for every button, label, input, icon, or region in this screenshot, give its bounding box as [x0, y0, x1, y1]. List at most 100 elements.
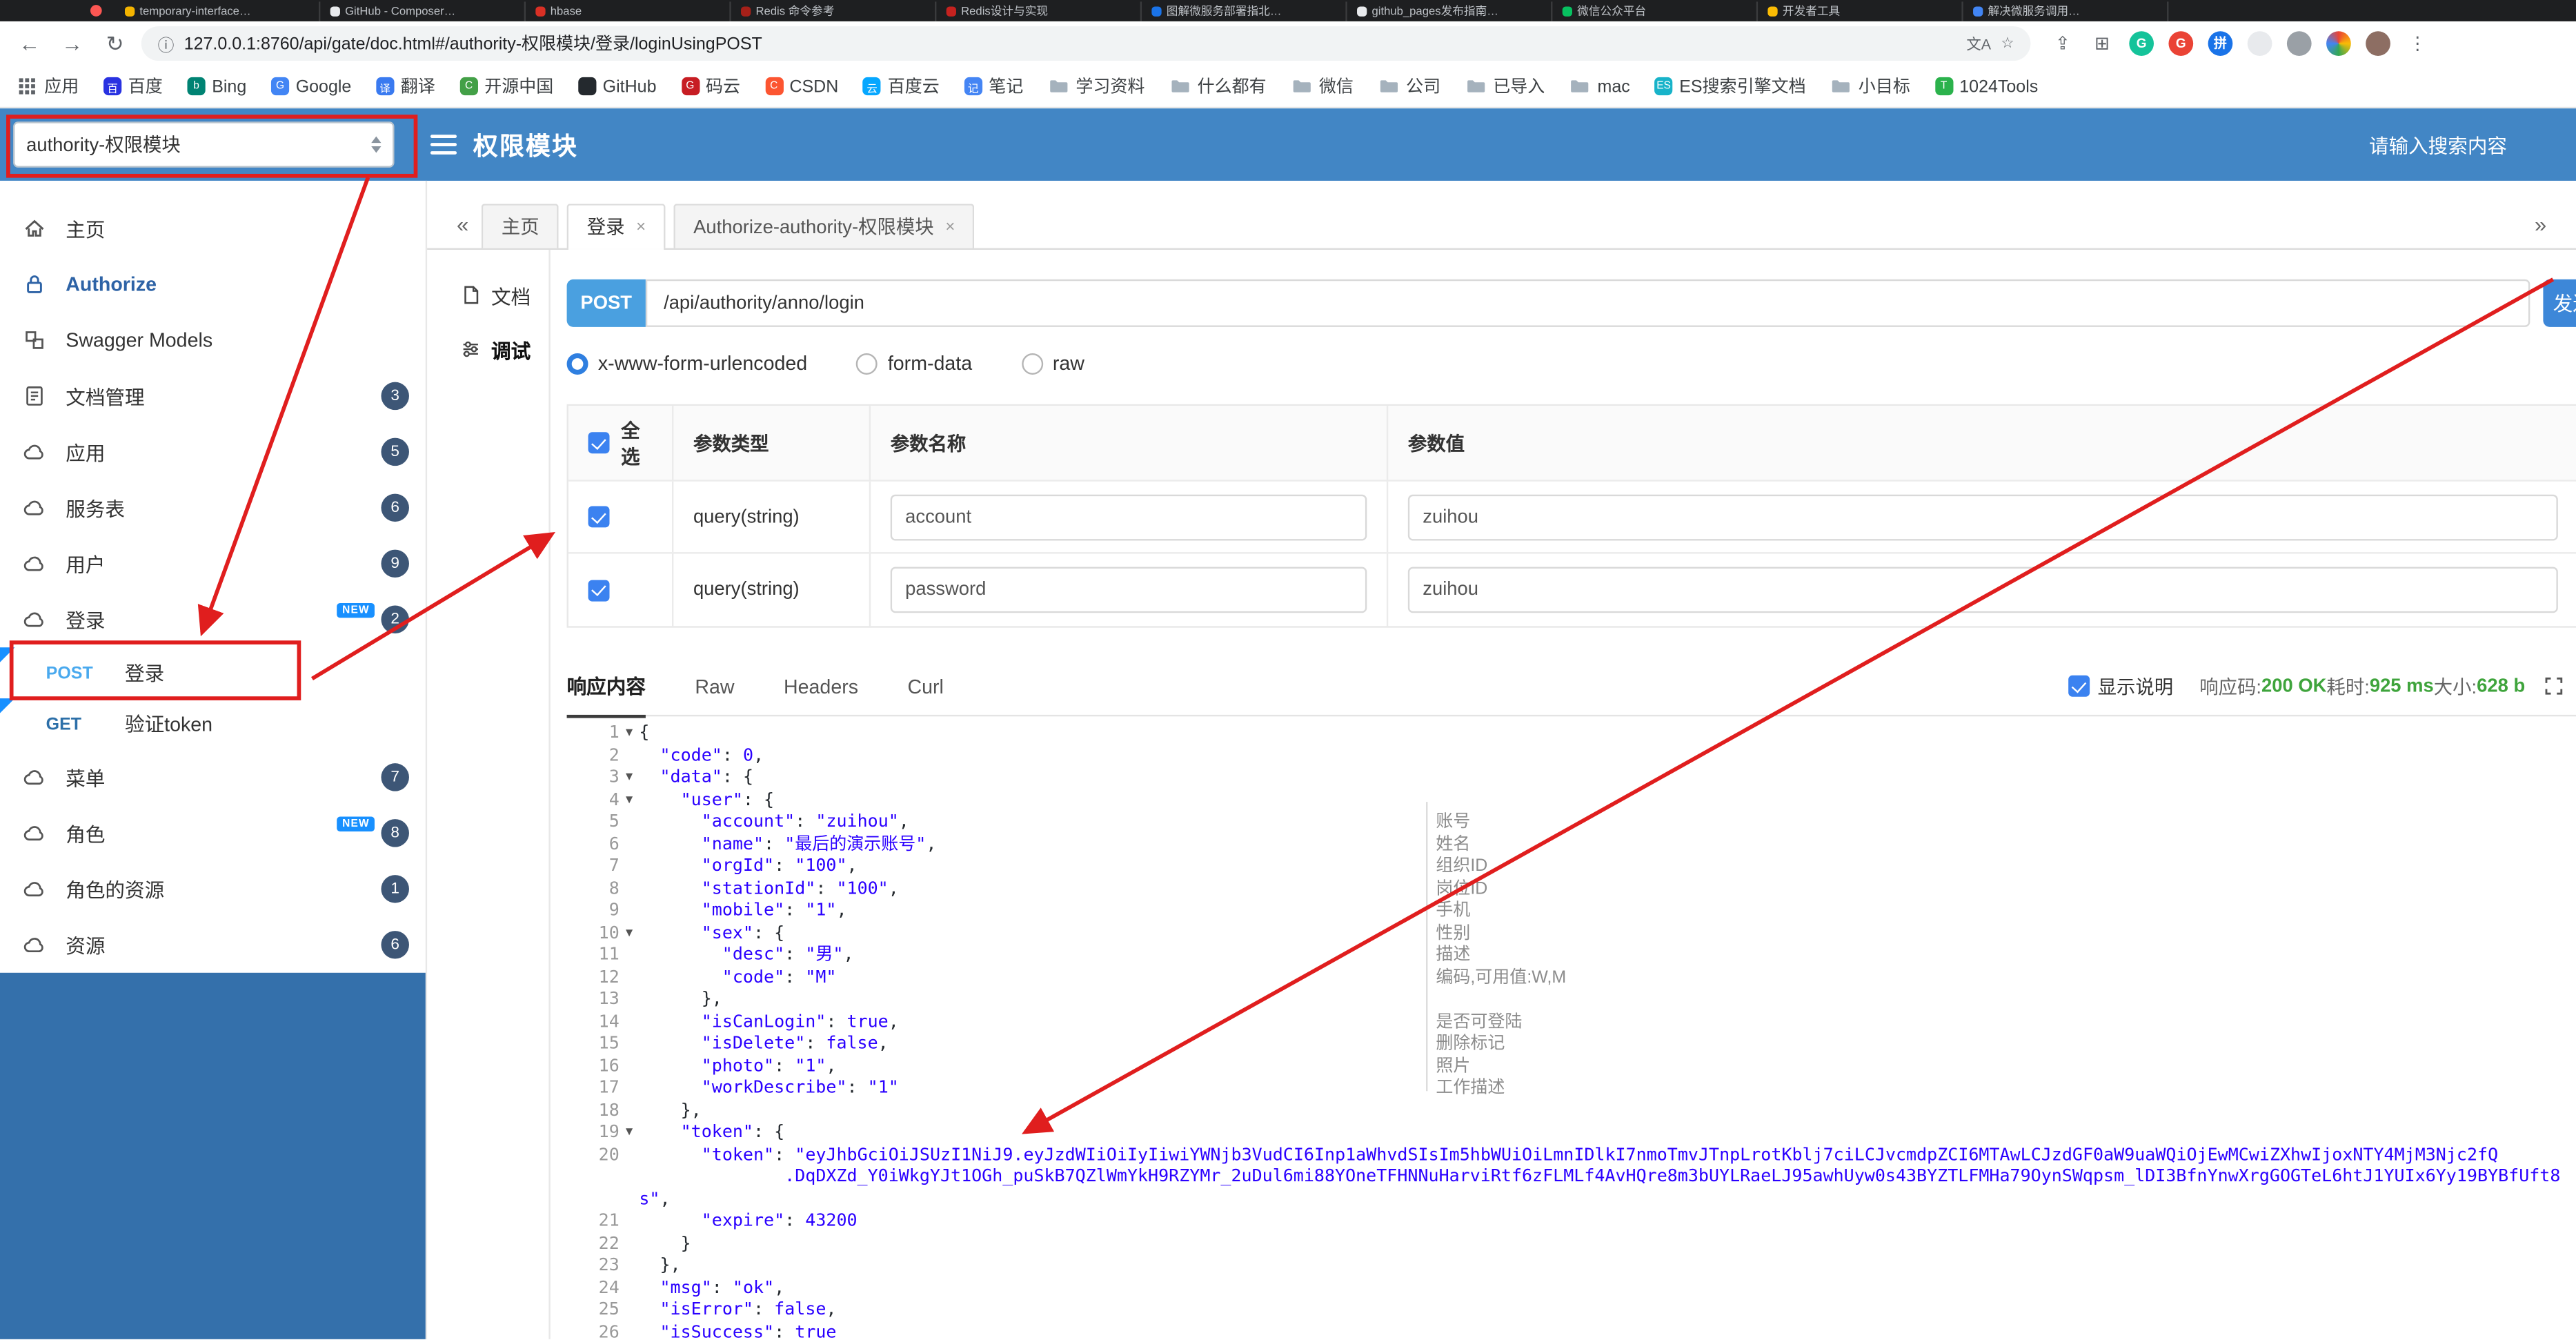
- shield-icon[interactable]: [2286, 31, 2312, 56]
- fullscreen-expand-icon[interactable]: [2545, 677, 2563, 695]
- fold-toggle-icon[interactable]: [620, 1056, 640, 1078]
- fold-toggle-icon[interactable]: [620, 878, 640, 900]
- fold-toggle-icon[interactable]: ▾: [620, 767, 640, 789]
- project-select[interactable]: authority-权限模块: [13, 121, 395, 168]
- fold-toggle-icon[interactable]: ▾: [620, 723, 640, 745]
- response-tab-Raw[interactable]: Raw: [695, 656, 734, 716]
- page-info-icon[interactable]: ⓘ: [158, 31, 175, 56]
- browser-tab[interactable]: Redis 命令参考: [731, 1, 937, 21]
- url-text[interactable]: 127.0.0.1:8760/api/gate/doc.html#/author…: [184, 31, 1956, 56]
- fold-toggle-icon[interactable]: [620, 1012, 640, 1034]
- bookmark-item[interactable]: 应用: [17, 74, 79, 99]
- bookmark-item[interactable]: 小目标: [1830, 74, 1910, 99]
- bookmark-item[interactable]: G Google: [270, 77, 351, 96]
- browser-menu-icon[interactable]: ⋮: [2405, 31, 2430, 56]
- fold-toggle-icon[interactable]: [620, 834, 640, 856]
- browser-tab[interactable]: hbase: [526, 1, 731, 21]
- bookmark-item[interactable]: 云百度云: [863, 74, 940, 99]
- bookmark-item[interactable]: C 开源中国: [459, 74, 553, 99]
- fold-toggle-icon[interactable]: ▾: [620, 789, 640, 811]
- sidebar-item-文档管理[interactable]: 文档管理 3: [0, 368, 426, 424]
- fold-toggle-icon[interactable]: [620, 745, 640, 767]
- bookmark-star-icon[interactable]: ☆: [2001, 35, 2014, 52]
- bookmark-item[interactable]: 公司: [1378, 74, 1440, 99]
- workspace-tab[interactable]: Authorize-authority-权限模块 ×: [673, 204, 975, 248]
- bookmark-item[interactable]: b Bing: [187, 77, 246, 96]
- show-description-checkbox[interactable]: [2068, 675, 2090, 697]
- fold-toggle-icon[interactable]: [620, 1233, 640, 1255]
- param-name-input[interactable]: [890, 493, 1367, 540]
- sidebar-item-用户[interactable]: 用户 9: [0, 535, 426, 591]
- bookmark-item[interactable]: T 1024Tools: [1934, 77, 2038, 96]
- request-url-input[interactable]: /api/authority/anno/login: [645, 279, 2530, 327]
- back-icon[interactable]: ←: [13, 31, 46, 56]
- browser-tab[interactable]: 图解微服务部署指北…: [1142, 1, 1347, 21]
- fold-toggle-icon[interactable]: [620, 1278, 640, 1300]
- param-checkbox[interactable]: [588, 579, 610, 601]
- fold-toggle-icon[interactable]: [620, 900, 640, 923]
- param-value-input[interactable]: [1407, 566, 2558, 613]
- fold-toggle-icon[interactable]: [620, 1078, 640, 1100]
- workspace-tab[interactable]: 登录 ×: [567, 204, 666, 250]
- radio-icon[interactable]: [856, 352, 878, 374]
- browser-tab[interactable]: GitHub - Composer…: [320, 1, 526, 21]
- pinyin-input-icon[interactable]: 拼: [2208, 31, 2233, 56]
- bookmark-item[interactable]: GitHub: [577, 77, 657, 96]
- param-value-input[interactable]: [1407, 493, 2558, 540]
- fold-toggle-icon[interactable]: [620, 1034, 640, 1056]
- bookmark-item[interactable]: ES ES搜索引擎文档: [1654, 74, 1806, 99]
- param-name-input[interactable]: [890, 566, 1367, 613]
- sidebar-item-资源[interactable]: 资源 6: [0, 917, 426, 973]
- response-tab-响应内容[interactable]: 响应内容: [566, 656, 646, 718]
- tab-调试[interactable]: 调试: [427, 324, 548, 378]
- tabs-more-icon[interactable]: »: [2535, 212, 2546, 237]
- browser-tab[interactable]: Redis设计与实现: [936, 1, 1142, 21]
- param-checkbox[interactable]: [588, 506, 610, 528]
- tabs-collapse-icon[interactable]: «: [457, 212, 468, 237]
- browser-tab[interactable]: 开发者工具: [1758, 1, 1963, 21]
- bookmark-item[interactable]: 已导入: [1465, 74, 1545, 99]
- sidebar-item-应用[interactable]: 应用 5: [0, 424, 426, 480]
- response-editor[interactable]: 1 ▾{2 "code": 0, 3 ▾ "data": {4 ▾ "user": {5…: [567, 716, 2576, 1339]
- fold-toggle-icon[interactable]: ▾: [620, 1122, 640, 1144]
- tab-close-icon[interactable]: ×: [636, 218, 646, 236]
- fold-toggle-icon[interactable]: [620, 1255, 640, 1277]
- fold-toggle-icon[interactable]: [620, 1322, 640, 1339]
- share-icon[interactable]: ⇪: [2050, 31, 2075, 56]
- browser-tab[interactable]: 解决微服务调用…: [1963, 1, 2169, 21]
- adblock-icon[interactable]: [2247, 31, 2272, 56]
- extensions-icon[interactable]: ⊞: [2090, 31, 2114, 56]
- fold-toggle-icon[interactable]: [620, 856, 640, 878]
- search-input[interactable]: 请输入搜索内容: [2369, 130, 2507, 158]
- translate-icon[interactable]: 文A: [1966, 33, 1991, 55]
- send-button[interactable]: 发送: [2543, 279, 2576, 327]
- fold-toggle-icon[interactable]: [620, 1300, 640, 1322]
- tab-文档[interactable]: 文档: [427, 270, 548, 324]
- bookmark-item[interactable]: 什么都有: [1169, 74, 1267, 99]
- browser-tab[interactable]: github_pages发布指南…: [1347, 1, 1553, 21]
- omnibox[interactable]: ⓘ 127.0.0.1:8760/api/gate/doc.html#/auth…: [141, 26, 2031, 61]
- fold-toggle-icon[interactable]: [620, 945, 640, 967]
- window-close-icon[interactable]: [90, 5, 102, 17]
- sidebar-item-菜单[interactable]: 菜单 7: [0, 749, 426, 805]
- profile-avatar[interactable]: [2366, 31, 2390, 56]
- bookmark-item[interactable]: mac: [1569, 76, 1630, 97]
- sidebar-item-角色[interactable]: 角色 NEW 8: [0, 805, 426, 861]
- content-type-radio[interactable]: raw: [1021, 352, 1084, 375]
- bookmark-item[interactable]: 百百度: [103, 74, 163, 99]
- pinwheel-icon[interactable]: [2326, 31, 2351, 56]
- fold-toggle-icon[interactable]: [620, 967, 640, 989]
- bookmark-item[interactable]: 译翻译: [376, 74, 435, 99]
- sidebar-item-主页[interactable]: 主页: [0, 201, 426, 257]
- fold-toggle-icon[interactable]: ▾: [620, 923, 640, 945]
- browser-tab[interactable]: temporary-interface…: [115, 1, 321, 21]
- sidebar-api-post-登录[interactable]: POST 登录: [0, 647, 426, 698]
- sidebar-item-登录[interactable]: 登录 NEW 2: [0, 591, 426, 647]
- select-all-checkbox[interactable]: [588, 432, 610, 454]
- bookmark-item[interactable]: 微信: [1291, 74, 1354, 99]
- sidebar-item-Authorize[interactable]: Authorize: [0, 256, 426, 312]
- fold-toggle-icon[interactable]: [620, 1100, 640, 1122]
- forward-icon[interactable]: →: [56, 31, 89, 56]
- reload-icon[interactable]: ↻: [99, 30, 132, 57]
- grammarly-icon[interactable]: G: [2129, 31, 2154, 56]
